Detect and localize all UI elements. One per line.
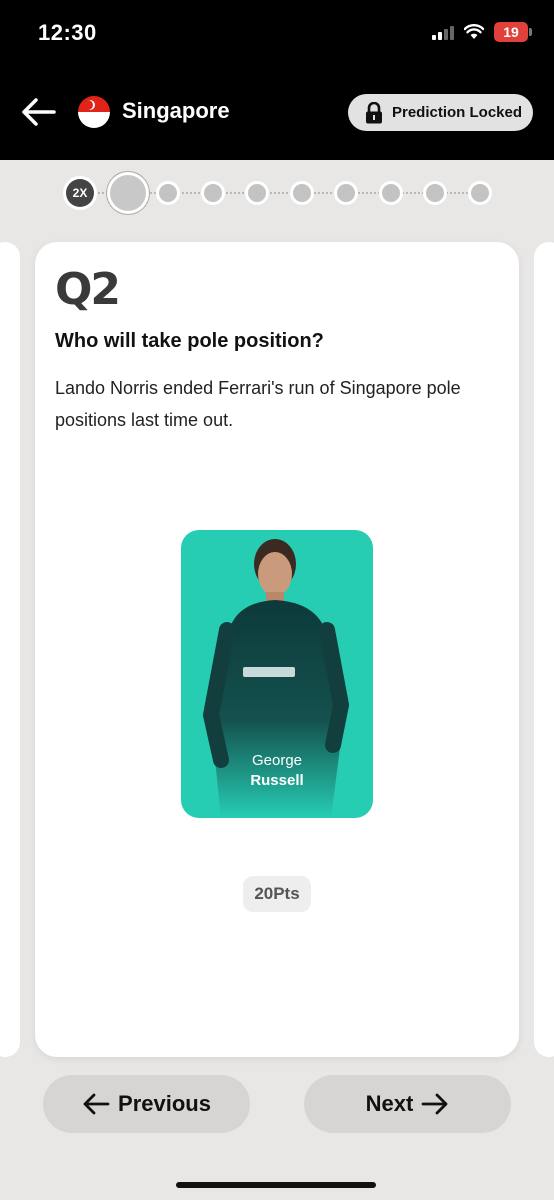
race-title: Singapore [122, 98, 230, 123]
multiplier-badge[interactable]: 2X [66, 179, 94, 207]
progress-dot[interactable] [337, 184, 355, 202]
progress-dot[interactable] [470, 184, 489, 202]
previous-card-peek[interactable] [0, 242, 20, 1057]
progress-dot-current[interactable] [110, 175, 146, 211]
wifi-icon [464, 24, 484, 39]
arrow-left-icon [83, 1093, 110, 1115]
driver-first-name: George [251, 752, 303, 769]
app-header: 12:30 19 Singapore Prediction Locked [0, 0, 554, 160]
progress-dot[interactable] [248, 184, 266, 202]
question-progress: 2X [64, 173, 494, 213]
status-icons: 19 [432, 22, 532, 42]
progress-dot[interactable] [381, 184, 400, 202]
question-number: Q2 [55, 264, 121, 315]
home-indicator [176, 1182, 376, 1188]
next-card-peek[interactable] [534, 242, 554, 1057]
singapore-flag-icon [78, 96, 110, 128]
previous-label: Previous [118, 1091, 211, 1116]
progress-dot[interactable] [159, 184, 177, 202]
lock-label: Prediction Locked [392, 104, 523, 121]
selected-driver-card[interactable]: George Russell [181, 530, 373, 818]
progress-dot[interactable] [292, 184, 311, 202]
battery-icon: 19 [494, 22, 532, 42]
progress-dot[interactable] [203, 184, 222, 202]
previous-button[interactable]: Previous [43, 1075, 250, 1133]
arrow-right-icon [421, 1093, 448, 1115]
back-arrow-icon[interactable] [20, 96, 56, 128]
question-description: Lando Norris ended Ferrari's run of Sing… [55, 378, 461, 430]
signal-icon [432, 24, 454, 40]
lock-icon [366, 101, 382, 123]
next-label: Next [365, 1091, 414, 1116]
question-text: Who will take pole position? [55, 330, 324, 352]
progress-dot[interactable] [426, 184, 444, 202]
driver-last-name: Russell [250, 772, 304, 789]
next-button[interactable]: Next [304, 1075, 511, 1133]
prediction-locked-badge: Prediction Locked [348, 94, 533, 131]
points-badge: 20Pts [243, 876, 311, 912]
question-card: Q2 Who will take pole position? Lando No… [35, 242, 519, 1057]
status-time: 12:30 [38, 20, 97, 45]
